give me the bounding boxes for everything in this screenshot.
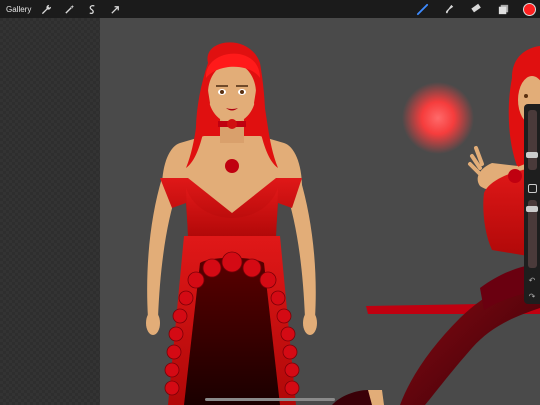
right-tool-group [415,2,536,16]
wrench-icon[interactable] [39,2,53,16]
selection-icon[interactable] [85,2,99,16]
redo-icon[interactable]: ↷ [527,292,537,302]
figure-front [146,42,317,405]
home-indicator [205,398,335,401]
undo-icon[interactable]: ↶ [527,276,537,286]
artwork [146,42,540,405]
workspace-background [0,18,100,405]
eraser-icon[interactable] [469,2,483,16]
layers-icon[interactable] [496,2,510,16]
magic-glow-orb [402,82,474,154]
brush-sidebar: ↶ ↷ [524,104,540,304]
smudge-icon[interactable] [442,2,456,16]
brush-size-handle[interactable] [526,152,538,158]
brush-size-slider[interactable] [528,110,537,170]
modify-button[interactable] [528,184,537,193]
drawing-canvas[interactable] [100,18,540,405]
active-color-swatch[interactable] [523,2,536,16]
magic-wand-icon[interactable] [62,2,76,16]
brush-icon[interactable] [415,2,429,16]
transform-arrow-icon[interactable] [108,2,122,16]
top-toolbar: Gallery [0,0,540,18]
gallery-button[interactable]: Gallery [6,5,31,14]
opacity-handle[interactable] [526,206,538,212]
